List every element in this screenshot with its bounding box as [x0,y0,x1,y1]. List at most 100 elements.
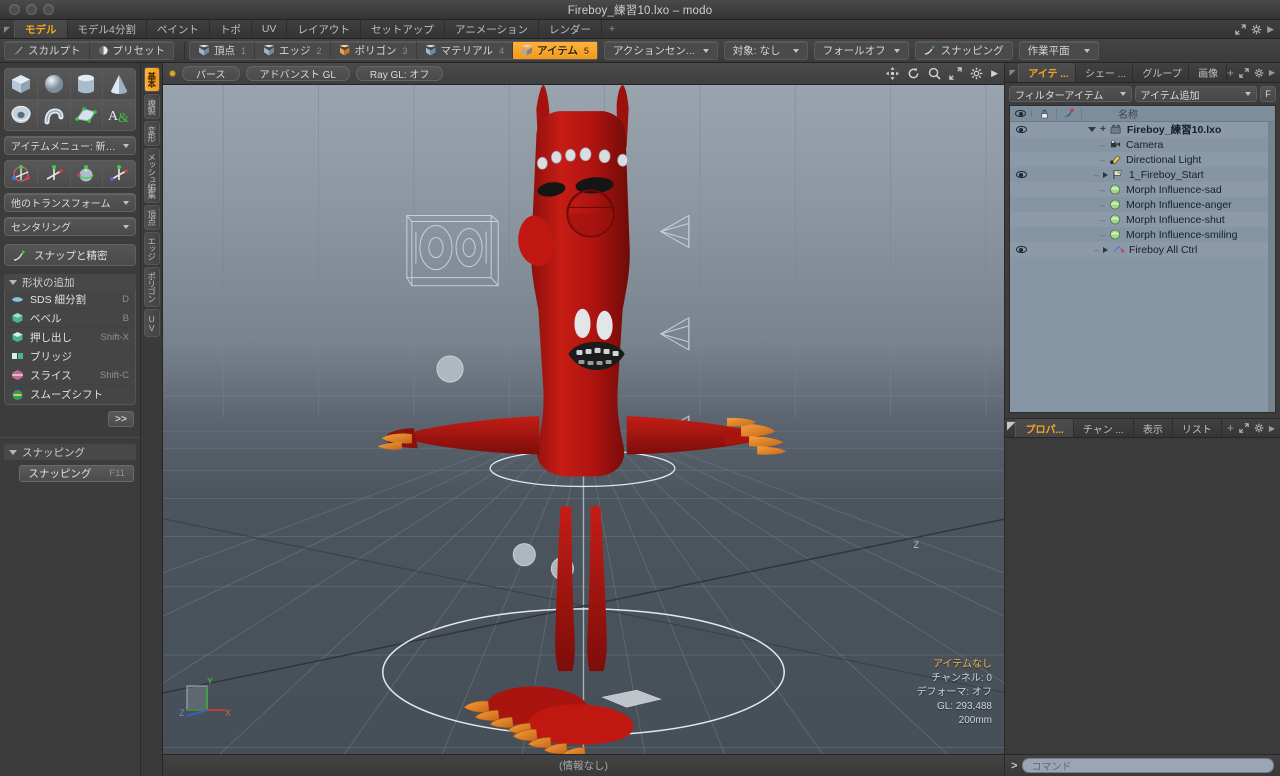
command-slice[interactable]: スライス Shift-C [5,366,135,385]
chevron-right-icon[interactable] [1103,247,1108,253]
expand-icon[interactable] [1239,423,1249,433]
chevron-right-icon[interactable] [1103,172,1108,178]
snapping-dropdown[interactable]: スナッピング [915,41,1013,60]
select-mode-polygon[interactable]: ポリゴン 3 [331,42,417,59]
primitive-plane-button[interactable] [71,100,103,130]
expand-icon[interactable] [1235,24,1246,35]
table-row[interactable]: – Fireboy All Ctrl [1010,242,1275,257]
expand-icon[interactable] [1239,68,1249,78]
tab-animation[interactable]: アニメーション [445,20,539,38]
rotate-view-icon[interactable] [907,67,920,80]
viewport-3d[interactable]: Y X Z Z アイテムなし チャンネル: 0 デフォーマ: オフ GL: 29… [163,85,1004,754]
table-row[interactable]: – Morph Influence-shut [1010,212,1275,227]
tab-images[interactable]: 画像 [1189,63,1227,82]
primitive-cone-button[interactable] [103,69,135,99]
row-visibility-toggle[interactable] [1010,171,1032,178]
tab-model-quad[interactable]: モデル4分割 [68,20,147,38]
filter-items-dropdown[interactable]: フィルターアイテム [1009,86,1132,102]
table-row[interactable]: – Morph Influence-anger [1010,197,1275,212]
row-visibility-toggle[interactable] [1010,126,1032,133]
chevron-right-icon[interactable]: ▶ [1267,24,1274,35]
minimize-button[interactable] [26,4,37,15]
select-mode-vertex[interactable]: 頂点 1 [190,42,255,59]
tab-display[interactable]: 表示 [1134,419,1173,437]
vtab-vertex[interactable]: 頂点 [144,205,160,230]
command-input[interactable]: コマンド [1022,758,1274,773]
viewport-raygl-button[interactable]: Ray GL: オフ [356,66,443,81]
select-mode-material[interactable]: マテリアル 4 [417,42,513,59]
tab-properties[interactable]: プロパ... [1015,419,1073,437]
snapping-section-header[interactable]: スナッピング [4,444,136,460]
move-view-icon[interactable] [886,67,899,80]
item-tree-scrollbar[interactable] [1268,122,1275,412]
tabbar-corner-icon[interactable]: ◤ [0,20,14,38]
vtab-uv[interactable]: UV [144,309,160,337]
tab-layout[interactable]: レイアウト [287,20,361,38]
command-extrude[interactable]: 押し出し Shift-X [5,328,135,347]
falloff-dropdown[interactable]: フォールオフ [814,41,909,60]
viewport-shading-button[interactable]: アドバンスト GL [246,66,350,81]
row-label-morph-sad[interactable]: – Morph Influence-sad [1100,184,1222,196]
column-lock[interactable] [1032,108,1057,119]
command-bridge[interactable]: ブリッジ [5,347,135,366]
primitive-cube-button[interactable] [5,69,37,99]
table-row[interactable]: – Camera [1010,137,1275,152]
fit-view-icon[interactable] [949,67,962,80]
row-label-morph-shut[interactable]: – Morph Influence-shut [1100,214,1225,226]
move-tool-button[interactable] [5,161,37,187]
column-visibility[interactable] [1010,110,1032,117]
tab-render[interactable]: レンダー [539,20,602,38]
tab-add[interactable]: + [602,20,622,38]
tab-topo[interactable]: トポ [210,20,252,38]
chevron-right-icon[interactable]: ▶ [991,68,998,79]
tab-channels[interactable]: チャン ... [1074,419,1134,437]
sculpt-button[interactable]: スカルプト [5,42,90,59]
command-bevel[interactable]: ベベル B [5,309,135,328]
table-row[interactable]: – Morph Influence-sad [1010,182,1275,197]
primitive-tube-button[interactable] [38,100,70,130]
row-label-directional-light[interactable]: – Directional Light [1100,154,1201,166]
shape-section-header[interactable]: 形状の追加 [4,274,136,290]
vtab-edge[interactable]: エッジ [144,232,160,265]
plus-icon[interactable]: + [1227,67,1234,79]
plus-icon[interactable]: + [1227,422,1234,434]
primitive-cylinder-button[interactable] [71,69,103,99]
table-row[interactable]: – Morph Influence-smiling [1010,227,1275,242]
row-label-camera[interactable]: – Camera [1100,139,1163,151]
tab-list[interactable]: リスト [1173,419,1222,437]
viewport-indicator-icon[interactable] [169,70,176,77]
item-menu-dropdown[interactable]: アイテムメニュー: 新規ア ... [4,136,136,155]
chevron-right-icon[interactable]: ▶ [1269,424,1275,433]
primitive-text-button[interactable]: A & [103,100,135,130]
centering-dropdown[interactable]: センタリング [4,217,136,236]
vtab-duplicate[interactable]: 複製 [144,94,160,119]
viewport-projection-button[interactable]: パース [182,66,240,81]
table-row[interactable]: + Fireboy_練習10.lxo [1010,122,1275,137]
close-button[interactable] [9,4,20,15]
plus-icon[interactable]: + [1100,124,1106,135]
vtab-deform[interactable]: 変形 [144,121,160,146]
row-label-morph-anger[interactable]: – Morph Influence-anger [1100,199,1232,211]
gear-icon[interactable] [1251,24,1262,35]
gear-icon[interactable] [1254,68,1264,78]
more-commands-button[interactable]: >> [108,411,134,427]
vtab-basic[interactable]: 基本 [144,67,160,92]
transform-tool-button[interactable] [103,161,135,187]
zoom-button[interactable] [43,4,54,15]
rp-corner-icon[interactable]: ◤ [1007,63,1018,82]
chevron-right-icon[interactable]: ▶ [1269,68,1275,77]
primitive-sphere-button[interactable] [38,69,70,99]
item-tree[interactable]: 名称 + Fireb [1009,105,1276,413]
gear-icon[interactable] [970,67,983,80]
primitive-torus-button[interactable] [5,100,37,130]
tab-uv[interactable]: UV [252,20,288,38]
command-smooth-shift[interactable]: スムーズシフト [5,385,135,404]
row-label-fireboy-all-ctrl[interactable]: – Fireboy All Ctrl [1094,244,1197,256]
column-render[interactable] [1057,108,1082,119]
chevron-down-icon[interactable] [1088,127,1096,132]
row-label-morph-smiling[interactable]: – Morph Influence-smiling [1100,229,1237,241]
row-label-scene[interactable]: + Fireboy_練習10.lxo [1088,122,1221,137]
column-name[interactable]: 名称 [1082,106,1275,121]
tab-paint[interactable]: ペイント [147,20,210,38]
action-center-dropdown[interactable]: アクションセン... [604,41,718,60]
